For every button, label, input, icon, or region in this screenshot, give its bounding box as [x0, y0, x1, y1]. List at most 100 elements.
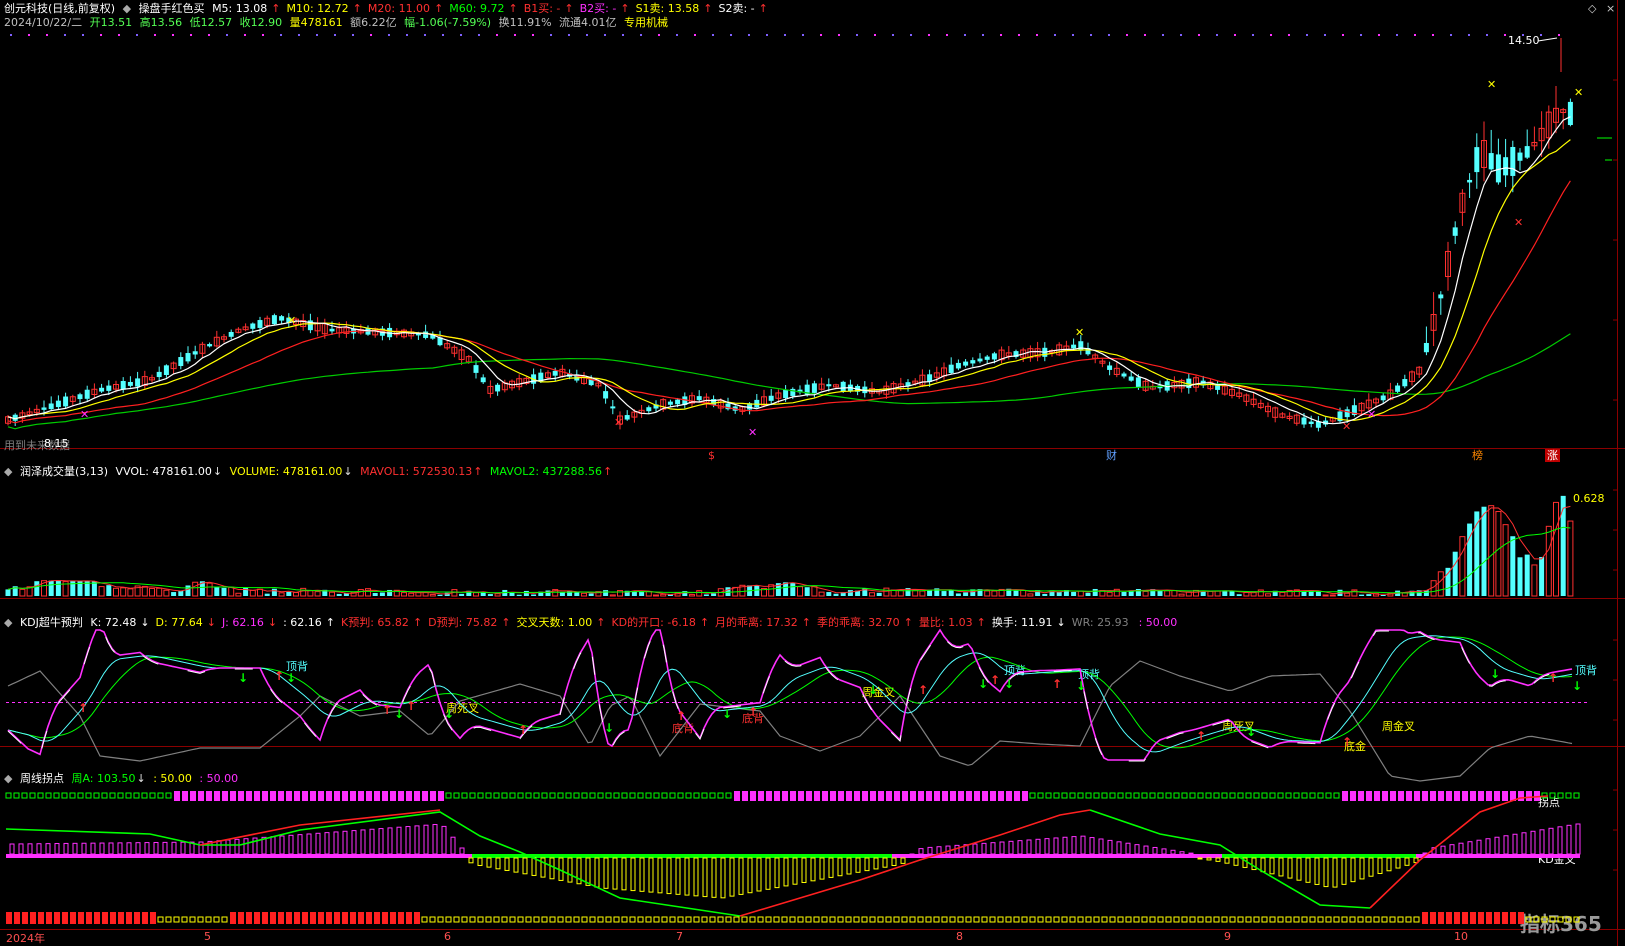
weekly-hist-bar — [1548, 827, 1554, 855]
weekly-hist-bar — [432, 824, 438, 855]
weekly-top-square — [605, 792, 612, 799]
signal-dot — [532, 34, 534, 36]
weekly-hist-bar — [765, 857, 771, 890]
kdj-50-line — [1368, 702, 1371, 703]
kdj-50-line — [1194, 702, 1197, 703]
weekly-hist-bar — [711, 857, 717, 898]
weekly-mid-green — [472, 854, 892, 858]
kdj-50-line — [492, 702, 495, 703]
volume-bar-up — [1502, 524, 1509, 597]
signal-dot — [568, 34, 570, 36]
weekly-hist-bar — [297, 834, 303, 855]
candle-down — [1071, 344, 1077, 349]
kdj-50-line — [1248, 702, 1251, 703]
weekly-hist-bar — [846, 857, 852, 875]
weekly-hist-bar — [1530, 830, 1536, 855]
x-axis-label: 5 — [204, 930, 211, 943]
signal-dot — [1522, 34, 1524, 36]
kdj-50-line — [1536, 702, 1539, 703]
kdj-50-line — [1116, 702, 1119, 703]
weekly-hist-bar — [1008, 840, 1014, 855]
signal-dot — [1288, 34, 1290, 36]
kdj-50-line — [264, 702, 267, 703]
signal-dot — [748, 34, 750, 36]
weekly-hist-bar — [1557, 826, 1563, 855]
candle-down — [84, 389, 90, 399]
weekly-hist-bar — [918, 848, 924, 855]
signal-dot — [1072, 34, 1074, 36]
volume-bar-down — [171, 592, 177, 596]
chart-canvas[interactable]: ✕✕✕✕✕✕✕✕✕✕↑↓ ↑ ↓↑ ↓↑↓↑ ↓↑ ↓ ↑↓ ↑ ↓ ↑ ↓ ↑ ↓↑ ↓↑↓ ↑↓ — [0, 0, 1617, 929]
weekly-bottom-square — [189, 916, 196, 923]
volume-bar-up — [984, 590, 991, 597]
candle-down — [1503, 157, 1509, 176]
kdj-arrow: ↑ — [1548, 671, 1558, 685]
volume-bar-down — [214, 587, 220, 596]
kdj-50-line — [1512, 702, 1515, 703]
kdj-50-line — [1224, 702, 1227, 703]
volume-bar-up — [1077, 590, 1084, 597]
weekly-bottom-block — [1470, 912, 1476, 924]
weekly-hist-bar — [972, 843, 978, 855]
weekly-top-square — [1317, 792, 1324, 799]
volume-bar-down — [1524, 554, 1530, 596]
signal-dot — [334, 34, 336, 36]
volume-bar-up — [1553, 501, 1559, 597]
volume-bar-down — [1092, 588, 1098, 596]
weekly-bottom-square — [1293, 916, 1300, 923]
kdj-50-line — [1080, 702, 1083, 703]
signal-dot — [1252, 34, 1254, 36]
kdj-50-line — [1578, 702, 1581, 703]
volume-bar-up — [329, 591, 335, 597]
candle-down — [840, 381, 846, 392]
volume-bar-up — [1265, 593, 1271, 597]
kdj-50-line — [1572, 702, 1575, 703]
volume-bar-down — [516, 594, 522, 596]
weekly-top-block — [406, 791, 412, 801]
kdj-50-line — [882, 702, 885, 703]
weekly-top-square — [157, 792, 164, 799]
weekly-top-block — [862, 791, 868, 801]
weekly-bottom-square — [645, 916, 652, 923]
weekly-top-square — [1165, 792, 1172, 799]
candle-down — [99, 387, 105, 392]
weekly-top-square — [1173, 792, 1180, 799]
volume-bar-up — [1164, 590, 1171, 597]
weekly-top-square — [1333, 792, 1340, 799]
volume-bar-up — [19, 588, 26, 597]
weekly-hist-bar — [288, 834, 294, 855]
kdj-arrow: ↓ — [1076, 679, 1086, 693]
weekly-bottom-square — [1205, 916, 1212, 923]
kdj-50-line — [354, 702, 357, 703]
weekly-bottom-block — [1494, 912, 1500, 924]
weekly-hist-bar — [1071, 836, 1077, 855]
weekly-top-square — [701, 792, 708, 799]
signal-dot — [1126, 34, 1128, 36]
weekly-top-block — [1390, 791, 1396, 801]
kdj-50-line — [942, 702, 945, 703]
weekly-top-block — [846, 791, 852, 801]
weekly-top-block — [366, 791, 372, 801]
signal-dot — [262, 34, 264, 36]
weekly-top-block — [182, 791, 188, 801]
kdj-50-line — [1392, 702, 1395, 703]
signal-dot — [1036, 34, 1038, 36]
weekly-line-green — [5, 811, 741, 917]
weekly-bottom-square — [957, 916, 964, 923]
kdj-50-line — [1440, 702, 1443, 703]
weekly-bottom-square — [213, 916, 220, 923]
weekly-bottom-square — [629, 916, 636, 923]
weekly-hist-bar — [819, 857, 825, 880]
weekly-top-block — [950, 791, 956, 801]
weekly-hist-bar — [72, 842, 78, 855]
weekly-top-square — [501, 792, 508, 799]
weekly-top-block — [374, 791, 380, 801]
weekly-hist-bar — [495, 857, 501, 870]
signal-dot — [622, 34, 624, 36]
candle-down — [1135, 377, 1141, 387]
weekly-bottom-square — [677, 916, 684, 923]
volume-bar-up — [609, 594, 616, 597]
signal-cross: ✕ — [1574, 86, 1583, 99]
weekly-bottom-square — [613, 916, 620, 923]
weekly-top-square — [77, 792, 84, 799]
